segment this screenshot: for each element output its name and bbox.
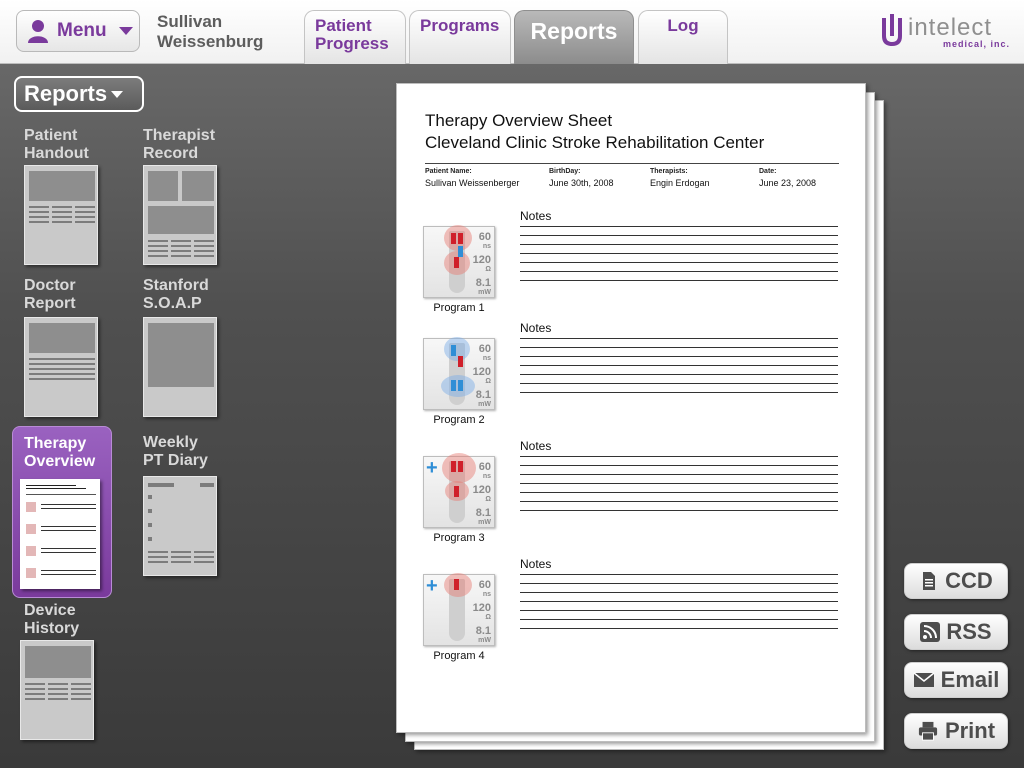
envelope-icon — [913, 672, 935, 687]
logo-mark-icon — [882, 14, 902, 46]
report-weekly-pt-diary[interactable]: Weekly PT Diary — [143, 434, 223, 578]
document-title: Therapy Overview Sheet Cleveland Clinic … — [425, 111, 765, 152]
report-thumbnail — [20, 640, 94, 740]
print-button[interactable]: Print — [904, 713, 1008, 749]
report-stanford-soap[interactable]: Stanford S.O.A.P — [143, 277, 223, 419]
report-thumbnail — [24, 165, 98, 265]
report-thumbnail — [143, 165, 217, 265]
report-doctor-report[interactable]: Doctor Report — [24, 277, 104, 419]
ccd-button[interactable]: CCD — [904, 563, 1008, 599]
document-icon — [923, 572, 936, 590]
report-therapist-record[interactable]: Therapist Record — [143, 127, 223, 267]
tab-log[interactable]: Log — [638, 10, 728, 64]
patient-name: Sullivan Weissenburg — [157, 12, 264, 51]
tab-programs[interactable]: Programs — [409, 10, 511, 64]
printer-icon — [918, 721, 938, 741]
notes-lines — [520, 226, 838, 289]
plus-icon: + — [426, 457, 438, 479]
program-stimulation-icon: + 60 ns 120 Ω 8.1 mW — [423, 573, 495, 646]
divider — [425, 163, 839, 164]
user-icon — [28, 20, 48, 43]
field-therapists: Therapists: Engin Erdogan — [650, 168, 710, 188]
report-therapy-overview[interactable]: Therapy Overview — [12, 426, 112, 598]
reports-dropdown[interactable]: Reports — [14, 76, 144, 112]
plus-icon: + — [426, 575, 438, 597]
program-stimulation-icon: 60 ns 120 Ω 8.1 mW — [423, 337, 495, 410]
chevron-down-icon — [118, 27, 133, 35]
report-thumbnail — [24, 317, 98, 417]
chevron-down-icon — [111, 90, 124, 98]
notes-lines — [520, 456, 838, 519]
program-stimulation-icon: 60 ns 120 Ω 8.1 mW — [423, 225, 495, 298]
notes-lines — [520, 574, 838, 637]
rss-icon — [920, 622, 941, 642]
tab-patient-progress[interactable]: Patient Progress — [304, 10, 406, 64]
field-date: Date: June 23, 2008 — [759, 168, 817, 188]
program-stimulation-icon: + 60 ns 120 Ω 8.1 mW — [423, 453, 495, 528]
rss-button[interactable]: RSS — [904, 614, 1008, 650]
report-thumbnail — [143, 317, 217, 417]
tab-reports[interactable]: Reports — [514, 10, 634, 64]
report-device-history[interactable]: Device History — [20, 602, 104, 744]
intelect-logo: intelect medical, inc. — [880, 14, 1012, 50]
field-birthday: BirthDay: June 30th, 2008 — [549, 168, 614, 188]
menu-label: Menu — [57, 20, 107, 41]
notes-lines — [520, 338, 838, 401]
report-patient-handout[interactable]: Patient Handout — [24, 127, 104, 267]
report-preview-sheet[interactable]: Therapy Overview Sheet Cleveland Clinic … — [396, 83, 866, 733]
field-patient-name: Patient Name: Sullivan Weissenberger — [425, 168, 520, 188]
email-button[interactable]: Email — [904, 662, 1008, 698]
report-thumbnail — [143, 476, 217, 576]
menu-button[interactable]: Menu — [16, 10, 140, 52]
report-thumbnail — [20, 479, 100, 589]
top-bar: Menu Sullivan Weissenburg Patient Progre… — [0, 0, 1024, 64]
